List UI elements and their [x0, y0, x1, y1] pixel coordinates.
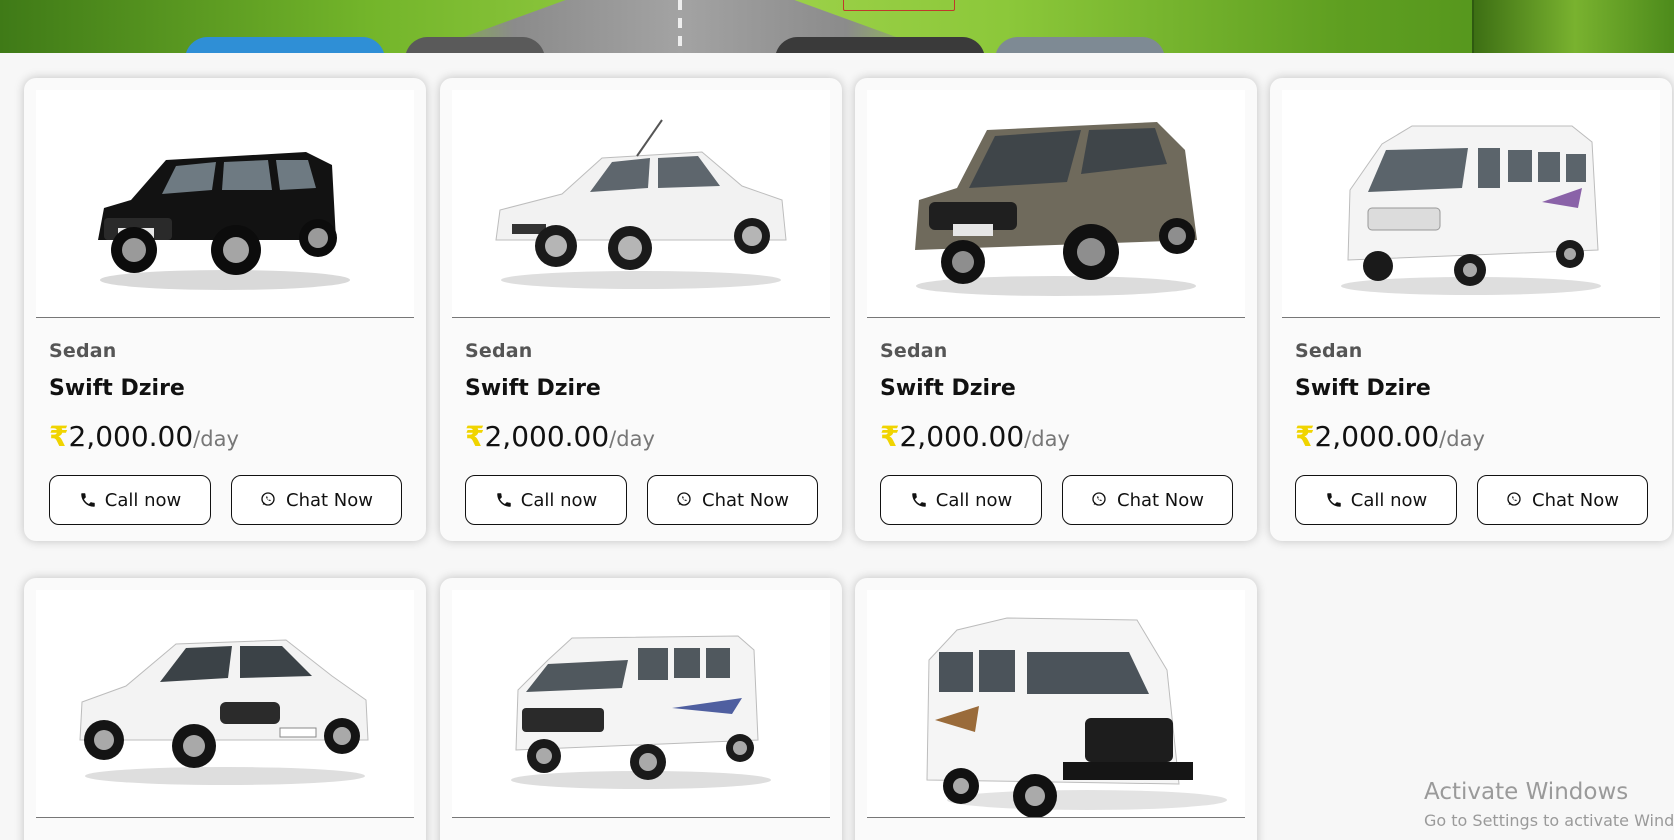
car-card: Sedan Swift Dzire ₹2,000.00/day Call now…: [855, 78, 1257, 541]
car-card: Sedan Swift Dzire ₹2,000.00/day Call now…: [440, 78, 842, 541]
watermark-title: Activate Windows: [1424, 779, 1629, 805]
car-card: Sedan Swift Dzire ₹2,000.00/day Call now…: [24, 78, 426, 541]
car-category: Sedan: [49, 340, 117, 362]
white-hatch-sedan-image: [79, 639, 369, 785]
currency-symbol: ₹: [465, 420, 485, 453]
whatsapp-icon: [260, 491, 278, 509]
call-now-button[interactable]: Call now: [1295, 475, 1457, 525]
chat-now-label: Chat Now: [1532, 489, 1619, 511]
chat-now-label: Chat Now: [1117, 489, 1204, 511]
car-name: Swift Dzire: [49, 376, 185, 401]
car-card: [24, 578, 426, 840]
call-now-label: Call now: [1350, 489, 1428, 511]
chat-now-label: Chat Now: [286, 489, 373, 511]
chat-now-button[interactable]: Chat Now: [1062, 475, 1233, 525]
whatsapp-icon: [676, 491, 694, 509]
whatsapp-icon: [1506, 491, 1524, 509]
watermark-subtitle: Go to Settings to activate Wind: [1424, 811, 1674, 830]
white-force-van-image: [926, 617, 1227, 817]
car-category: Sedan: [880, 340, 948, 362]
currency-symbol: ₹: [49, 420, 69, 453]
price-unit: /day: [609, 427, 655, 451]
phone-icon: [79, 491, 97, 509]
price-amount: 2,000.00: [1314, 420, 1440, 453]
currency-symbol: ₹: [880, 420, 900, 453]
banner-car-dark: [775, 37, 985, 53]
chat-now-button[interactable]: Chat Now: [231, 475, 402, 525]
call-now-button[interactable]: Call now: [880, 475, 1042, 525]
car-image: [867, 90, 1245, 318]
hero-banner: [0, 0, 1674, 53]
phone-icon: [495, 491, 513, 509]
car-price: ₹2,000.00/day: [880, 420, 1070, 453]
car-image: [452, 90, 830, 318]
car-category: Sedan: [465, 340, 533, 362]
car-image: [1282, 90, 1660, 318]
phone-icon: [910, 491, 928, 509]
car-image: [36, 90, 414, 318]
white-traveller-van-image: [1341, 125, 1601, 295]
car-name: Swift Dzire: [465, 376, 601, 401]
whatsapp-icon: [1091, 491, 1109, 509]
banner-car-blue: [185, 37, 385, 53]
banner-car-silver: [995, 37, 1165, 53]
windows-activation-watermark: Activate Windows Go to Settings to activ…: [1424, 779, 1674, 830]
call-now-button[interactable]: Call now: [465, 475, 627, 525]
car-image: [452, 590, 830, 818]
call-now-label: Call now: [935, 489, 1013, 511]
currency-symbol: ₹: [1295, 420, 1315, 453]
banner-button-outline: [843, 0, 955, 11]
banner-side-panel: [1472, 0, 1674, 53]
car-card: [855, 578, 1257, 840]
car-image: [867, 590, 1245, 818]
call-now-label: Call now: [104, 489, 182, 511]
car-card: [440, 578, 842, 840]
banner-car-gray: [405, 37, 545, 53]
black-suv-image: [98, 152, 350, 290]
phone-icon: [1325, 491, 1343, 509]
chat-now-button[interactable]: Chat Now: [647, 475, 818, 525]
price-unit: /day: [1439, 427, 1485, 451]
car-price: ₹2,000.00/day: [1295, 420, 1485, 453]
price-amount: 2,000.00: [484, 420, 610, 453]
car-category: Sedan: [1295, 340, 1363, 362]
road-lane-marking: [678, 0, 682, 53]
chat-now-label: Chat Now: [702, 489, 789, 511]
car-price: ₹2,000.00/day: [465, 420, 655, 453]
car-name: Swift Dzire: [1295, 376, 1431, 401]
car-name: Swift Dzire: [880, 376, 1016, 401]
price-unit: /day: [1024, 427, 1070, 451]
car-image: [36, 590, 414, 818]
car-card: Sedan Swift Dzire ₹2,000.00/day Call now…: [1270, 78, 1672, 541]
white-sedan-image: [495, 119, 787, 289]
call-now-button[interactable]: Call now: [49, 475, 211, 525]
white-winger-van-image: [511, 635, 771, 789]
call-now-label: Call now: [520, 489, 598, 511]
price-amount: 2,000.00: [899, 420, 1025, 453]
bronze-mpv-image: [915, 122, 1197, 296]
car-price: ₹2,000.00/day: [49, 420, 239, 453]
price-unit: /day: [193, 427, 239, 451]
price-amount: 2,000.00: [68, 420, 194, 453]
chat-now-button[interactable]: Chat Now: [1477, 475, 1648, 525]
